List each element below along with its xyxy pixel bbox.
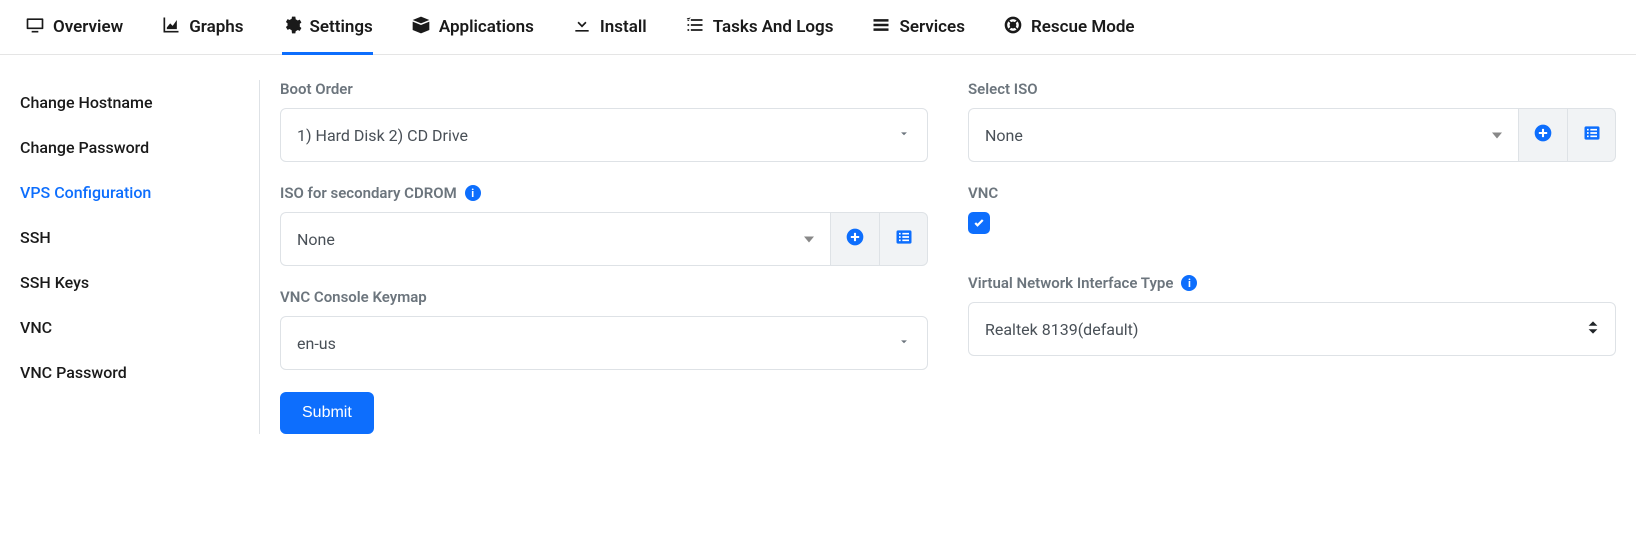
sidebar-item-vnc-password[interactable]: VNC Password: [20, 350, 239, 395]
main-tabs: Overview Graphs Settings Applications In…: [0, 0, 1636, 55]
sidebar-item-change-password[interactable]: Change Password: [20, 125, 239, 170]
sidebar-item-vnc[interactable]: VNC: [20, 305, 239, 350]
tab-tasks-logs[interactable]: Tasks And Logs: [685, 0, 834, 54]
list-icon: [894, 227, 914, 251]
iso-secondary-select[interactable]: None: [280, 212, 830, 266]
iso-secondary-value: None: [297, 230, 335, 249]
field-boot-order: Boot Order 1) Hard Disk 2) CD Drive: [280, 80, 928, 162]
sidebar-item-ssh[interactable]: SSH: [20, 215, 239, 260]
plus-circle-icon: [845, 227, 865, 251]
form-area: Boot Order 1) Hard Disk 2) CD Drive ISO …: [260, 80, 1636, 434]
chevron-down-icon: [897, 126, 911, 145]
list-iso-button[interactable]: [1567, 109, 1615, 161]
info-icon[interactable]: i: [1181, 275, 1197, 291]
caret-down-icon: [804, 230, 814, 249]
info-icon[interactable]: i: [465, 185, 481, 201]
vnc-keymap-select[interactable]: en-us: [280, 316, 928, 370]
tab-settings[interactable]: Settings: [282, 0, 373, 54]
boot-order-select[interactable]: 1) Hard Disk 2) CD Drive: [280, 108, 928, 162]
tab-label: Applications: [439, 17, 534, 37]
sort-icon: [1587, 320, 1599, 339]
tab-label: Tasks And Logs: [713, 17, 834, 37]
tasks-icon: [685, 15, 705, 40]
caret-down-icon: [1492, 126, 1502, 145]
tab-label: Graphs: [189, 17, 243, 37]
tab-overview[interactable]: Overview: [25, 0, 123, 54]
vnc-label: VNC: [968, 184, 1616, 202]
label-text: Virtual Network Interface Type: [968, 274, 1173, 292]
select-iso-actions: [1518, 108, 1616, 162]
tab-label: Overview: [53, 17, 123, 37]
plus-circle-icon: [1533, 123, 1553, 147]
tab-services[interactable]: Services: [871, 0, 964, 54]
box-open-icon: [411, 15, 431, 40]
boot-order-label: Boot Order: [280, 80, 928, 98]
chevron-down-icon: [897, 334, 911, 353]
chart-area-icon: [161, 15, 181, 40]
gear-icon: [282, 15, 302, 40]
vnc-keymap-value: en-us: [297, 334, 336, 353]
content-container: Change Hostname Change Password VPS Conf…: [0, 55, 1636, 434]
label-text: ISO for secondary CDROM: [280, 184, 457, 202]
list-iso-secondary-button[interactable]: [879, 213, 927, 265]
select-iso-value: None: [985, 126, 1023, 145]
field-vnc: VNC: [968, 184, 1616, 234]
boot-order-value: 1) Hard Disk 2) CD Drive: [297, 126, 468, 145]
tab-rescue-mode[interactable]: Rescue Mode: [1003, 0, 1135, 54]
tab-label: Settings: [310, 17, 373, 37]
vnic-type-label: Virtual Network Interface Type i: [968, 274, 1616, 292]
tab-label: Services: [899, 17, 964, 37]
vnic-type-value: Realtek 8139(default): [985, 320, 1138, 339]
check-icon: [973, 217, 985, 229]
tab-label: Rescue Mode: [1031, 17, 1135, 37]
tab-graphs[interactable]: Graphs: [161, 0, 243, 54]
field-vnc-keymap: VNC Console Keymap en-us: [280, 288, 928, 370]
sidebar-item-vps-configuration[interactable]: VPS Configuration: [20, 170, 239, 215]
iso-secondary-label: ISO for secondary CDROM i: [280, 184, 928, 202]
tab-applications[interactable]: Applications: [411, 0, 534, 54]
vnc-keymap-label: VNC Console Keymap: [280, 288, 928, 306]
field-iso-secondary: ISO for secondary CDROM i None: [280, 184, 928, 266]
left-column: Boot Order 1) Hard Disk 2) CD Drive ISO …: [280, 80, 928, 434]
vnic-type-select[interactable]: Realtek 8139(default): [968, 302, 1616, 356]
submit-button[interactable]: Submit: [280, 392, 374, 434]
right-column: Select ISO None: [968, 80, 1616, 434]
add-iso-secondary-button[interactable]: [831, 213, 879, 265]
monitor-icon: [25, 15, 45, 40]
settings-sidebar: Change Hostname Change Password VPS Conf…: [0, 80, 260, 434]
iso-secondary-actions: [830, 212, 928, 266]
sidebar-item-change-hostname[interactable]: Change Hostname: [20, 80, 239, 125]
life-ring-icon: [1003, 15, 1023, 40]
field-select-iso: Select ISO None: [968, 80, 1616, 162]
sidebar-item-ssh-keys[interactable]: SSH Keys: [20, 260, 239, 305]
field-vnic-type: Virtual Network Interface Type i Realtek…: [968, 274, 1616, 356]
download-icon: [572, 15, 592, 40]
select-iso-label: Select ISO: [968, 80, 1616, 98]
tab-install[interactable]: Install: [572, 0, 647, 54]
list-icon: [1582, 123, 1602, 147]
bars-icon: [871, 15, 891, 40]
tab-label: Install: [600, 17, 647, 37]
vnc-checkbox[interactable]: [968, 212, 990, 234]
add-iso-button[interactable]: [1519, 109, 1567, 161]
select-iso-select[interactable]: None: [968, 108, 1518, 162]
